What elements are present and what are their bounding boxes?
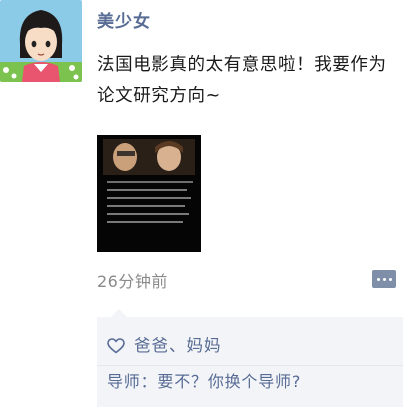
- post-timestamp: 26分钟前: [97, 272, 168, 291]
- comment-author[interactable]: 导师: [107, 372, 141, 391]
- more-options-icon: [377, 278, 380, 281]
- more-options-button[interactable]: [372, 270, 396, 288]
- post-text: 法国电影真的太有意思啦！我要作为论文研究方向~: [97, 55, 387, 106]
- comment-text: 要不？你换个导师?: [157, 372, 302, 391]
- more-options-icon-dot: [383, 278, 386, 281]
- comment-separator: ：: [140, 372, 158, 391]
- likes-row: 爸爸、妈妈: [107, 334, 222, 358]
- post-username[interactable]: 美少女: [97, 10, 151, 34]
- likes-names[interactable]: 爸爸、妈妈: [134, 334, 222, 358]
- more-options-icon-dot: [389, 278, 392, 281]
- avatar[interactable]: [0, 0, 82, 82]
- heart-icon: [107, 338, 125, 354]
- comment-item[interactable]: 导师：要不？你换个导师?: [107, 370, 301, 394]
- divider: [97, 365, 403, 366]
- post-image[interactable]: [97, 135, 201, 252]
- interactions-panel: 爸爸、妈妈 导师：要不？你换个导师?: [97, 309, 403, 407]
